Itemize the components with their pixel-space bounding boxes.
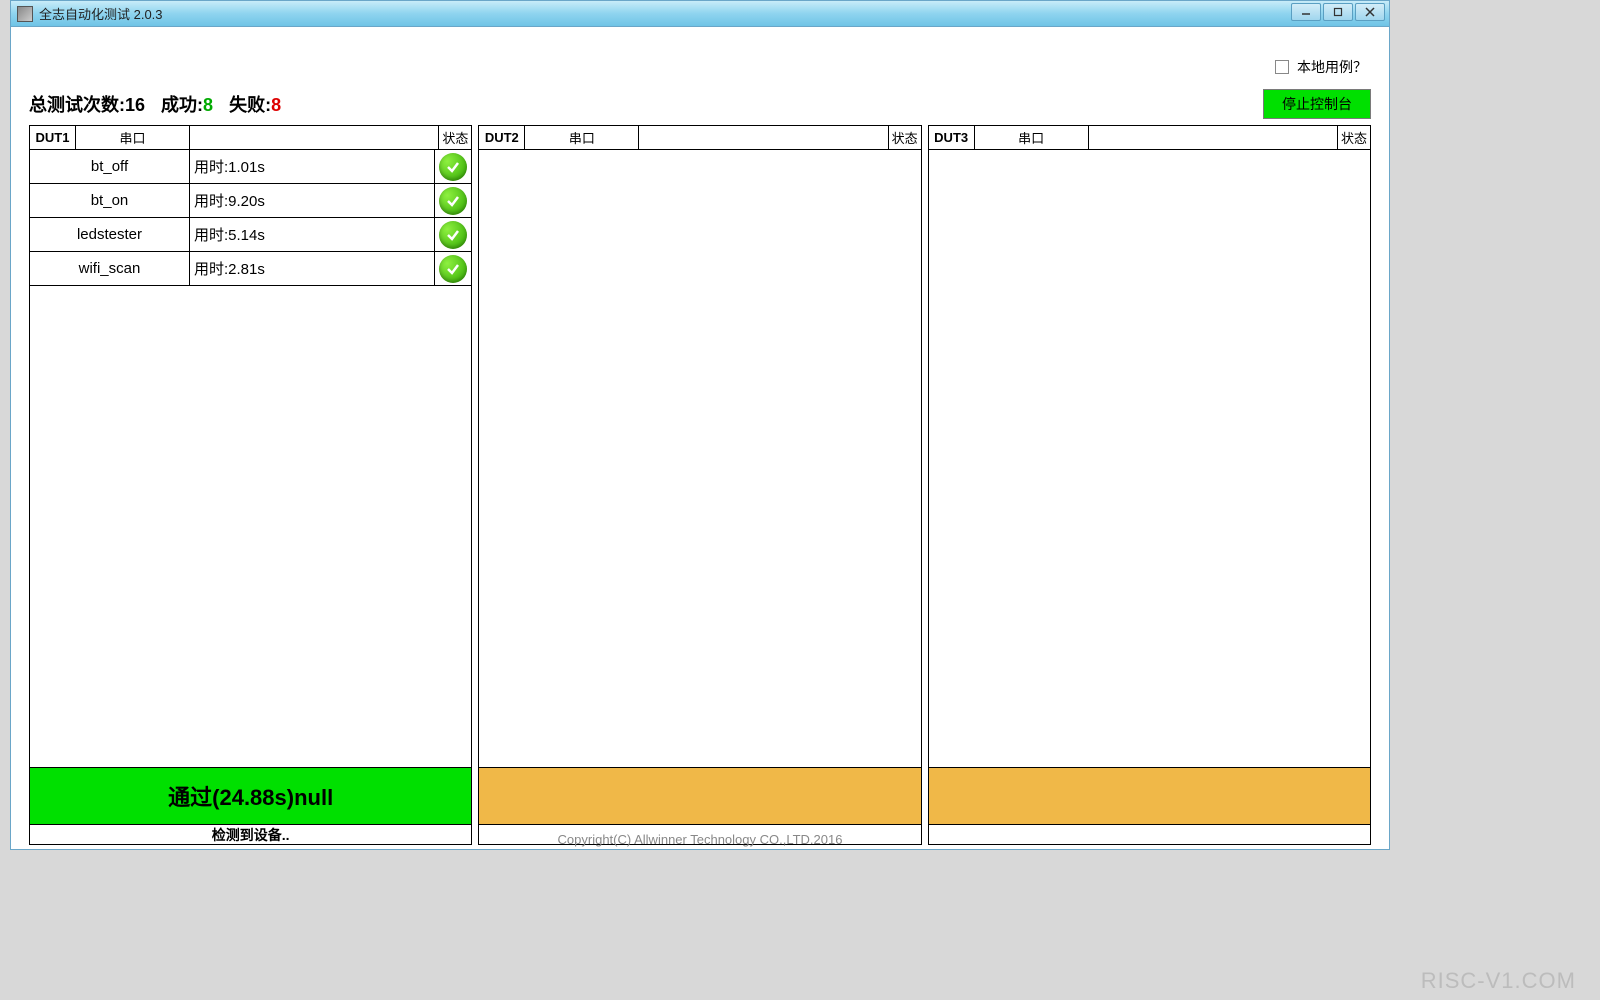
check-icon (439, 187, 467, 215)
result-banner: 通过(24.88s)null (30, 768, 471, 824)
dut-id: DUT2 (479, 126, 525, 149)
dut-id: DUT1 (30, 126, 76, 149)
panel-footer (929, 767, 1370, 844)
success-label: 成功: (161, 95, 203, 115)
spacer (639, 126, 888, 149)
panel-header: DUT2 串口 状态 (479, 126, 920, 150)
panel-body (479, 150, 920, 767)
fail-value: 8 (271, 95, 281, 115)
close-button[interactable] (1355, 3, 1385, 21)
panel-header: DUT3 串口 状态 (929, 126, 1370, 150)
panel-header: DUT1 串口 状态 (30, 126, 471, 150)
test-status (435, 255, 471, 283)
status-header: 状态 (439, 126, 471, 149)
status-header: 状态 (889, 126, 921, 149)
close-icon (1365, 7, 1375, 17)
test-status (435, 221, 471, 249)
stop-console-button[interactable]: 停止控制台 (1263, 89, 1371, 119)
content-area: 本地用例？ 总测试次数:16 成功:8 失败:8 停止控制台 DUT1 串口 状… (11, 27, 1389, 849)
stats-text: 总测试次数:16 成功:8 失败:8 (29, 91, 281, 117)
serial-header: 串口 (76, 126, 190, 149)
test-time: 用时:5.14s (190, 218, 435, 251)
result-banner (479, 768, 920, 824)
panels: DUT1 串口 状态 bt_off 用时:1.01s bt_on 用时:9.20… (29, 125, 1371, 845)
success-value: 8 (203, 95, 213, 115)
check-icon (439, 153, 467, 181)
status-header: 状态 (1338, 126, 1370, 149)
window-controls (1291, 3, 1385, 21)
total-value: 16 (125, 95, 145, 115)
serial-header: 串口 (525, 126, 639, 149)
app-icon (17, 6, 33, 22)
top-row: 本地用例？ (29, 57, 1371, 89)
panel-body (929, 150, 1370, 767)
local-case-label: 本地用例？ (1297, 57, 1367, 77)
maximize-button[interactable] (1323, 3, 1353, 21)
spacer (1089, 126, 1338, 149)
window-title: 全志自动化测试 2.0.3 (39, 4, 163, 23)
test-name: bt_on (30, 184, 190, 217)
device-status (929, 824, 1370, 844)
table-row[interactable]: bt_on 用时:9.20s (30, 184, 471, 218)
serial-header: 串口 (975, 126, 1089, 149)
test-name: bt_off (30, 150, 190, 183)
panel-dut1: DUT1 串口 状态 bt_off 用时:1.01s bt_on 用时:9.20… (29, 125, 472, 845)
watermark: RISC-V1.COM (1421, 968, 1576, 994)
local-case-checkbox[interactable] (1275, 60, 1289, 74)
panel-body: bt_off 用时:1.01s bt_on 用时:9.20s ledsteste… (30, 150, 471, 767)
minimize-button[interactable] (1291, 3, 1321, 21)
table-row[interactable]: wifi_scan 用时:2.81s (30, 252, 471, 286)
test-status (435, 153, 471, 181)
check-icon (439, 255, 467, 283)
result-banner (929, 768, 1370, 824)
minimize-icon (1301, 7, 1311, 17)
test-name: wifi_scan (30, 252, 190, 285)
device-status (479, 824, 920, 844)
titlebar: 全志自动化测试 2.0.3 (11, 1, 1389, 27)
panel-footer (479, 767, 920, 844)
spacer (190, 126, 439, 149)
total-label: 总测试次数: (29, 95, 125, 115)
maximize-icon (1333, 7, 1343, 17)
test-name: ledstester (30, 218, 190, 251)
test-time: 用时:2.81s (190, 252, 435, 285)
stats-row: 总测试次数:16 成功:8 失败:8 停止控制台 (29, 89, 1371, 119)
panel-footer: 通过(24.88s)null 检测到设备.. (30, 767, 471, 844)
fail-label: 失败: (229, 95, 271, 115)
check-icon (439, 221, 467, 249)
test-status (435, 187, 471, 215)
panel-dut2: DUT2 串口 状态 (478, 125, 921, 845)
app-window: 全志自动化测试 2.0.3 本地用例？ 总测试次数:16 成功:8 失败:8 (10, 0, 1390, 850)
test-time: 用时:9.20s (190, 184, 435, 217)
test-time: 用时:1.01s (190, 150, 435, 183)
dut-id: DUT3 (929, 126, 975, 149)
panel-dut3: DUT3 串口 状态 (928, 125, 1371, 845)
table-row[interactable]: ledstester 用时:5.14s (30, 218, 471, 252)
table-row[interactable]: bt_off 用时:1.01s (30, 150, 471, 184)
device-status: 检测到设备.. (30, 824, 471, 844)
